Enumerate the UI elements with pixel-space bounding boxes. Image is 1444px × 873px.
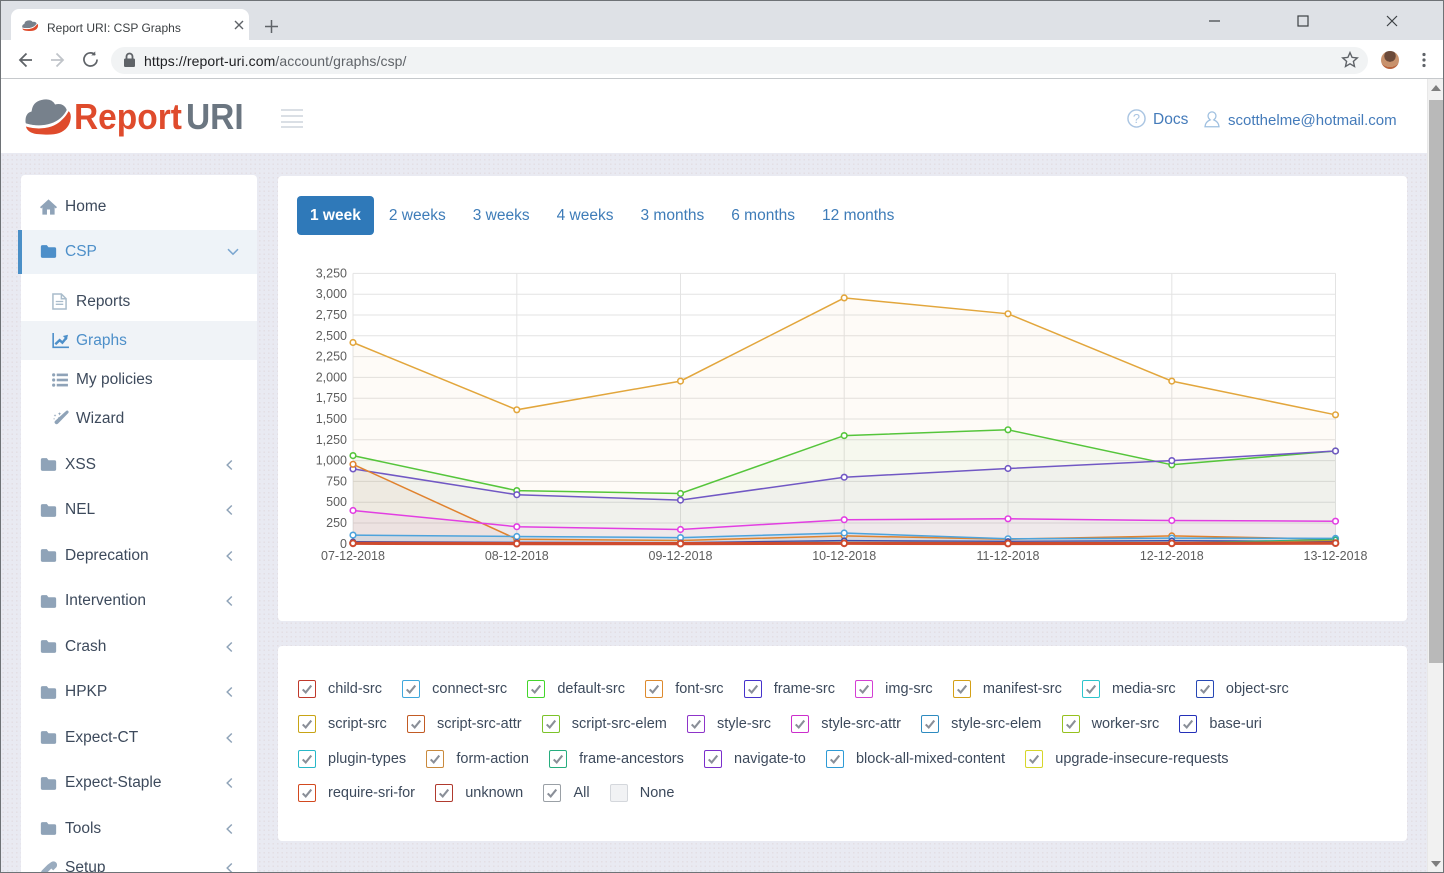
svg-text:3,250: 3,250 (316, 266, 347, 280)
svg-text:10-12-2018: 10-12-2018 (812, 549, 876, 563)
svg-text:12-12-2018: 12-12-2018 (1140, 549, 1204, 563)
svg-text:1,750: 1,750 (316, 391, 347, 405)
svg-text:1,500: 1,500 (316, 412, 347, 426)
svg-text:2,250: 2,250 (316, 350, 347, 364)
svg-text:?: ? (1133, 111, 1140, 126)
svg-text:3,000: 3,000 (316, 287, 347, 301)
svg-text:11-12-2018: 11-12-2018 (976, 549, 1039, 563)
svg-text:2,500: 2,500 (316, 329, 347, 343)
svg-text:09-12-2018: 09-12-2018 (649, 549, 713, 563)
svg-text:500: 500 (326, 495, 347, 509)
svg-text:2,750: 2,750 (316, 308, 347, 322)
svg-text:07-12-2018: 07-12-2018 (321, 549, 385, 563)
svg-text:250: 250 (326, 516, 347, 530)
svg-text:08-12-2018: 08-12-2018 (485, 549, 549, 563)
svg-text:13-12-2018: 13-12-2018 (1304, 549, 1368, 563)
svg-text:750: 750 (326, 474, 347, 488)
svg-text:1,250: 1,250 (316, 433, 347, 447)
svg-text:2,000: 2,000 (316, 370, 347, 384)
svg-text:1,000: 1,000 (316, 454, 347, 468)
